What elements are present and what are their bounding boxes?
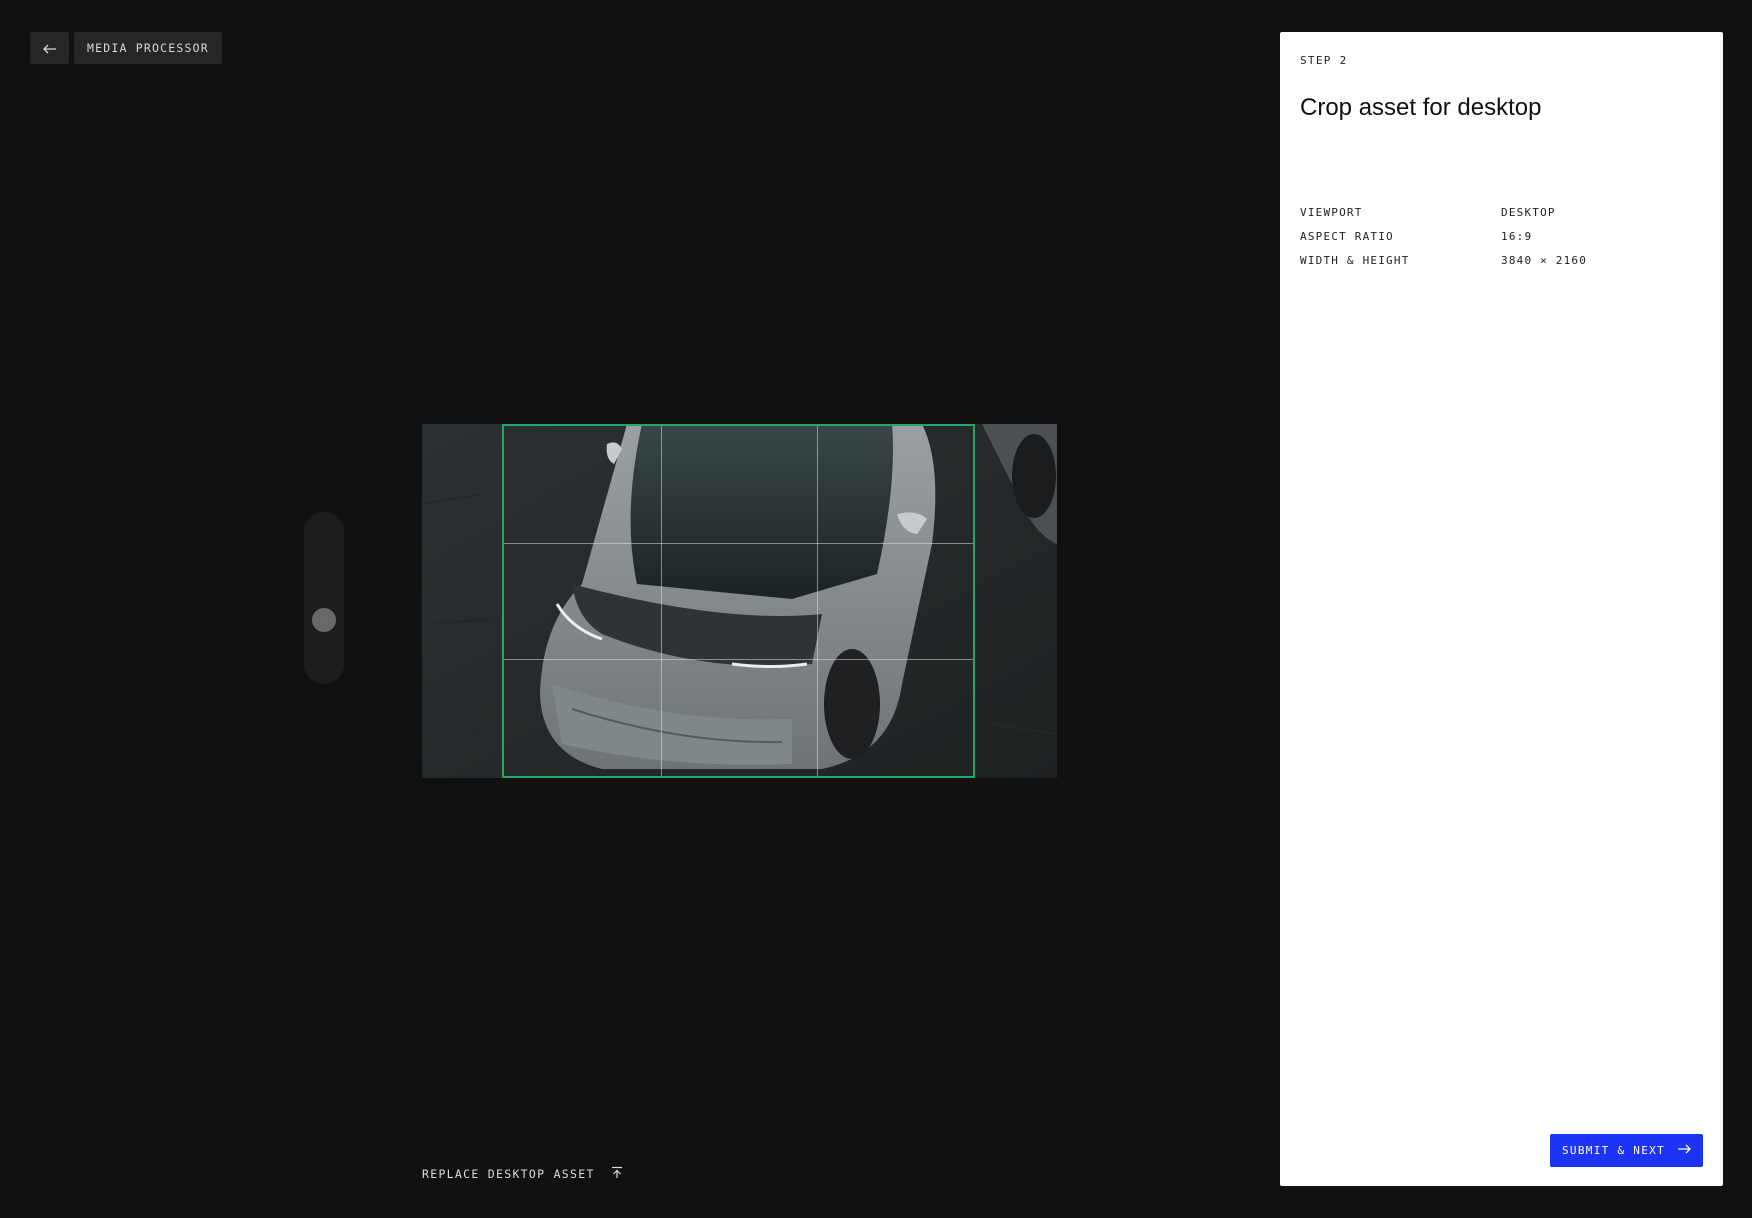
step-panel: STEP 2 Crop asset for desktop VIEWPORT D… — [1280, 32, 1723, 1186]
upload-icon — [611, 1166, 623, 1182]
spec-row: WIDTH & HEIGHT 3840 × 2160 — [1300, 248, 1700, 272]
spec-key: ASPECT RATIO — [1300, 229, 1394, 243]
crop-grid-line — [661, 426, 662, 776]
submit-label: SUBMIT & NEXT — [1562, 1144, 1665, 1157]
spec-key: WIDTH & HEIGHT — [1300, 253, 1410, 267]
replace-asset-label: REPLACE DESKTOP ASSET — [422, 1167, 595, 1181]
app-title: MEDIA PROCESSOR — [74, 32, 222, 64]
spec-value: 3840 × 2160 — [1501, 253, 1588, 267]
arrow-left-icon — [42, 39, 57, 58]
spec-table: VIEWPORT DESKTOP ASPECT RATIO 16:9 WIDTH… — [1300, 200, 1700, 272]
crop-grid-line — [817, 426, 818, 776]
spec-value: DESKTOP — [1501, 205, 1556, 219]
back-button[interactable] — [30, 32, 69, 64]
spec-row: VIEWPORT DESKTOP — [1300, 200, 1700, 224]
panel-title: Crop asset for desktop — [1300, 94, 1542, 121]
crop-grid-line — [504, 659, 973, 660]
arrow-right-icon — [1677, 1144, 1691, 1157]
zoom-slider[interactable] — [304, 512, 344, 684]
spec-row: ASPECT RATIO 16:9 — [1300, 224, 1700, 248]
crop-grid-line — [504, 543, 973, 544]
replace-asset-button[interactable]: REPLACE DESKTOP ASSET — [422, 1166, 623, 1182]
crop-selection[interactable] — [502, 424, 975, 778]
asset-preview — [422, 424, 1057, 778]
spec-value: 16:9 — [1501, 229, 1533, 243]
step-label: STEP 2 — [1300, 54, 1348, 67]
zoom-slider-thumb[interactable] — [312, 608, 336, 633]
spec-key: VIEWPORT — [1300, 205, 1363, 219]
submit-next-button[interactable]: SUBMIT & NEXT — [1550, 1134, 1703, 1167]
